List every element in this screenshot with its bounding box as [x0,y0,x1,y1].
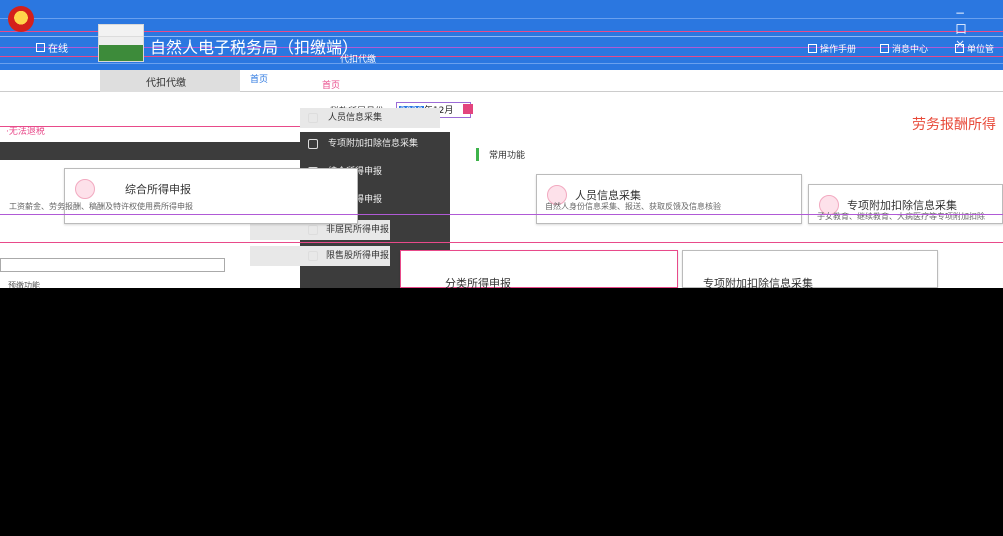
card-person-info[interactable]: 人员信息采集 自然人身份信息采集、报送、获取反馈及信息核验 [536,174,802,224]
person-outline-icon [308,225,318,235]
common-functions-tab[interactable]: 常用功能 [476,148,525,161]
online-status[interactable]: 在线 [36,40,68,55]
overlay-bar [0,142,300,160]
menu-item-special-deduction[interactable]: 专项附加扣除信息采集 [300,134,500,154]
title-bar: 在线 自然人电子税务局（扣缴端） 代扣代缴 操作手册 消息中心 单位管 − 口 … [0,0,1003,70]
bar-chart-icon [308,251,318,261]
tab-home[interactable]: 首页 [250,72,268,85]
document-icon [808,44,817,53]
card-special-deduction-2[interactable]: 专项附加扣除信息采集 [682,250,938,288]
monitor-icon [36,43,45,52]
tab-withholding[interactable]: 代扣代缴 [100,70,240,92]
tab-home-secondary[interactable]: 首页 [322,78,340,91]
message-center-button[interactable]: 消息中心 [880,42,928,55]
national-emblem-icon [8,6,34,32]
declare-form-icon [75,179,95,199]
main-content: ·无法退税 税款所属月份 2020年12月 劳务报酬所得 人员信息采集 专项附加… [0,92,1003,288]
card-category-declare[interactable]: 分类所得申报 [400,250,678,288]
input-strip [0,258,225,272]
menu-item-restricted-stock-declare[interactable]: 限售股所得申报 [250,246,390,266]
mail-icon [880,44,889,53]
window-controls[interactable]: − 口 × [955,6,1003,51]
menu-item-person-info[interactable]: 人员信息采集 [300,108,440,128]
manual-button[interactable]: 操作手册 [808,42,856,55]
tax-bureau-building-icon [98,24,144,62]
prepay-label: 预缴功能 [8,281,40,288]
app-subtitle: 代扣代缴 [340,55,377,65]
page-heading: 劳务报酬所得 [912,117,996,133]
app-title: 自然人电子税务局（扣缴端） [150,38,359,57]
calendar-icon[interactable] [463,104,473,114]
card-comprehensive-declare[interactable]: 综合所得申报 工资薪金、劳务报酬、稿酬及特许权使用费所得申报 [9,168,358,224]
person-icon [308,113,318,123]
list-icon [308,139,318,149]
card-special-deduction[interactable]: 专项附加扣除信息采集 子女教育、继续教育、大病医疗等专项附加扣除 [808,184,1003,224]
